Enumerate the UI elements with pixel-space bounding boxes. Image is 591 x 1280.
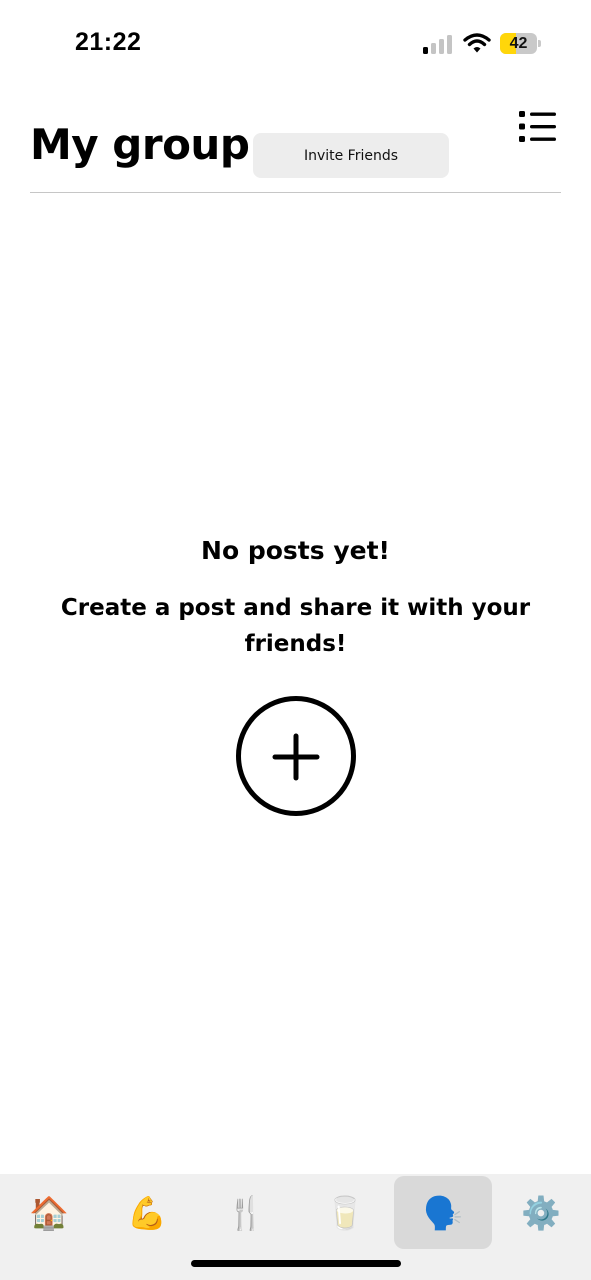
- gear-icon: ⚙️: [521, 1193, 561, 1232]
- tab-group[interactable]: 🗣️: [394, 1176, 492, 1249]
- milk-glass-icon: 🥛: [325, 1193, 365, 1232]
- tab-home[interactable]: 🏠: [0, 1176, 98, 1249]
- page-title: My group: [30, 120, 250, 169]
- tab-food[interactable]: 🍴: [197, 1176, 295, 1249]
- plus-icon: [272, 733, 320, 781]
- battery-icon: 42: [500, 33, 541, 54]
- status-bar: 21:22 42: [0, 0, 591, 90]
- empty-state-subtitle: Create a post and share it with your fri…: [60, 595, 531, 657]
- speaking-head-icon: 🗣️: [423, 1193, 463, 1232]
- list-menu-icon[interactable]: [518, 110, 558, 144]
- house-icon: 🏠: [29, 1193, 69, 1232]
- cellular-signal-icon: [423, 34, 453, 54]
- flexed-biceps-icon: 💪: [127, 1193, 167, 1232]
- battery-level: 42: [509, 35, 528, 52]
- home-indicator: [191, 1260, 401, 1267]
- wifi-icon: [463, 32, 491, 54]
- invite-friends-button[interactable]: Invite Friends: [253, 133, 449, 178]
- empty-state-title: No posts yet!: [201, 536, 390, 565]
- fork-knife-icon: 🍴: [226, 1193, 266, 1232]
- add-post-button[interactable]: [236, 696, 356, 816]
- tab-workout[interactable]: 💪: [98, 1176, 196, 1249]
- tab-drink[interactable]: 🥛: [296, 1176, 394, 1249]
- tab-settings[interactable]: ⚙️: [492, 1176, 590, 1249]
- header-divider: [30, 192, 561, 193]
- status-time: 21:22: [75, 28, 142, 56]
